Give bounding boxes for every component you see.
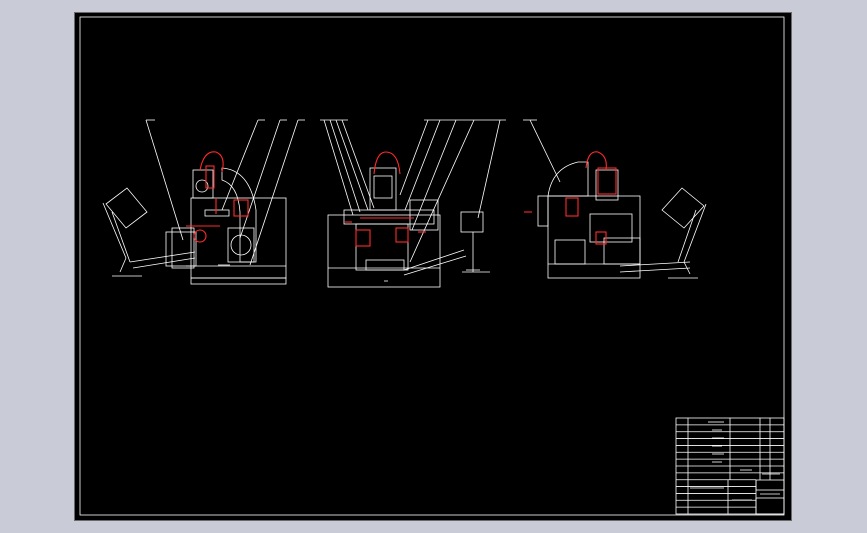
red-highlights-front xyxy=(345,151,426,247)
title-block-text-marks xyxy=(690,421,780,501)
machine-left xyxy=(165,167,287,285)
leader-lines-right xyxy=(523,119,561,183)
leader-lines-front xyxy=(320,119,506,263)
front-view[interactable] xyxy=(320,119,506,288)
right-side-view[interactable] xyxy=(523,119,707,279)
title-block[interactable] xyxy=(675,417,785,515)
cad-viewer[interactable] xyxy=(0,0,867,533)
left-side-view[interactable] xyxy=(102,119,305,285)
leader-lines-left xyxy=(145,119,305,266)
monitor-stand-right xyxy=(661,187,707,279)
red-highlights-left xyxy=(186,151,249,243)
drawing-canvas[interactable] xyxy=(0,0,867,533)
machine-right xyxy=(537,161,691,279)
control-pedestal xyxy=(460,211,490,273)
